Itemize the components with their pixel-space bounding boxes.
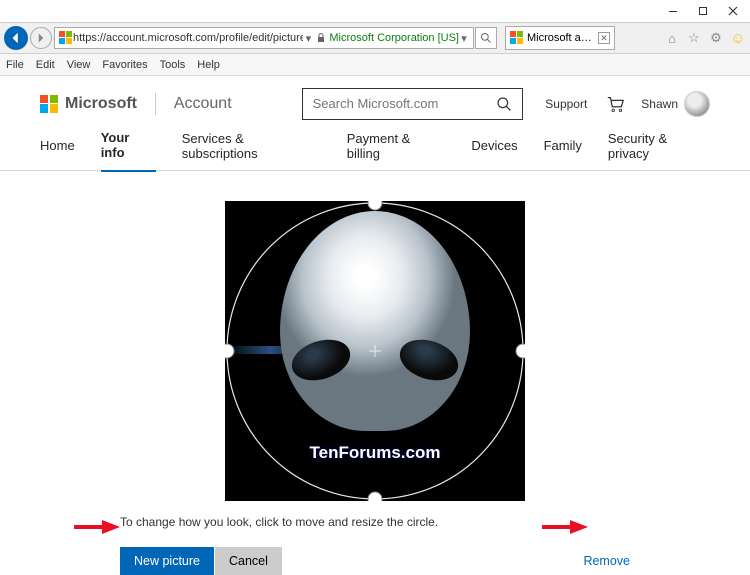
- menu-tools[interactable]: Tools: [160, 59, 186, 71]
- menu-edit[interactable]: Edit: [36, 59, 55, 71]
- cert-label: Microsoft Corporation [US]: [329, 32, 459, 44]
- favorites-icon[interactable]: ☆: [686, 30, 702, 46]
- menu-help[interactable]: Help: [197, 59, 220, 71]
- section-title[interactable]: Account: [174, 95, 232, 113]
- browser-toolbar: ▾ Microsoft Corporation [US] ▾ Microsoft…: [0, 22, 750, 54]
- nav-payment[interactable]: Payment & billing: [347, 131, 446, 171]
- lock-icon: [316, 33, 326, 43]
- cart-icon[interactable]: [605, 94, 625, 114]
- picture-editor: TenForums.com To change how you look, cl…: [0, 171, 750, 575]
- site-search-input[interactable]: [313, 96, 497, 111]
- user-avatar: [684, 91, 710, 117]
- support-link[interactable]: Support: [545, 97, 587, 111]
- tab-favicon: [510, 31, 524, 45]
- site-search[interactable]: [302, 88, 524, 120]
- annotation-arrow-right: [542, 520, 588, 534]
- watermark: TenForums.com: [310, 443, 441, 463]
- url-dropdown[interactable]: ▾: [303, 32, 313, 45]
- window-titlebar: [0, 0, 750, 22]
- window-minimize[interactable]: [658, 1, 688, 21]
- window-maximize[interactable]: [688, 1, 718, 21]
- nav-services[interactable]: Services & subscriptions: [182, 131, 321, 171]
- site-favicon: [59, 31, 73, 45]
- menu-file[interactable]: File: [6, 59, 24, 71]
- tab-title: Microsoft account | Yo...: [527, 32, 595, 44]
- browser-search-button[interactable]: [475, 27, 497, 49]
- home-icon[interactable]: ⌂: [664, 30, 680, 46]
- feedback-icon[interactable]: ☺: [730, 30, 746, 46]
- remove-link[interactable]: Remove: [583, 554, 630, 568]
- cert-dropdown[interactable]: ▾: [459, 32, 469, 45]
- crop-handle-right[interactable]: [516, 344, 525, 358]
- nav-security[interactable]: Security & privacy: [608, 131, 710, 171]
- forward-button[interactable]: [30, 27, 52, 49]
- crop-handle-left[interactable]: [225, 344, 234, 358]
- microsoft-wordmark: Microsoft: [65, 95, 137, 113]
- browser-tab[interactable]: Microsoft account | Yo... ✕: [505, 26, 615, 50]
- microsoft-logo-icon: [40, 95, 58, 113]
- crop-canvas[interactable]: TenForums.com: [225, 201, 525, 501]
- back-button[interactable]: [4, 26, 28, 50]
- tools-icon[interactable]: ⚙: [708, 30, 724, 46]
- account-nav: Home Your info Services & subscriptions …: [0, 131, 750, 171]
- editor-hint: To change how you look, click to move an…: [120, 515, 438, 529]
- url-input[interactable]: [73, 32, 303, 44]
- nav-your-info[interactable]: Your info: [101, 130, 156, 172]
- annotation-arrow-left: [74, 520, 120, 534]
- browser-menubar: File Edit View Favorites Tools Help: [0, 54, 750, 76]
- microsoft-logo[interactable]: Microsoft: [40, 95, 137, 113]
- nav-devices[interactable]: Devices: [471, 138, 517, 163]
- search-icon[interactable]: [496, 96, 512, 112]
- nav-family[interactable]: Family: [544, 138, 582, 163]
- header-divider: [155, 93, 156, 115]
- site-header: Microsoft Account Support Shawn: [0, 76, 750, 131]
- tab-close[interactable]: ✕: [598, 32, 610, 44]
- crop-handle-top[interactable]: [368, 201, 382, 210]
- window-close[interactable]: [718, 1, 748, 21]
- menu-favorites[interactable]: Favorites: [102, 59, 147, 71]
- address-bar[interactable]: ▾ Microsoft Corporation [US] ▾: [54, 27, 474, 49]
- menu-view[interactable]: View: [67, 59, 91, 71]
- user-menu[interactable]: Shawn: [641, 91, 710, 117]
- nav-home[interactable]: Home: [40, 138, 75, 163]
- user-name: Shawn: [641, 97, 678, 111]
- crop-handle-bottom[interactable]: [368, 492, 382, 501]
